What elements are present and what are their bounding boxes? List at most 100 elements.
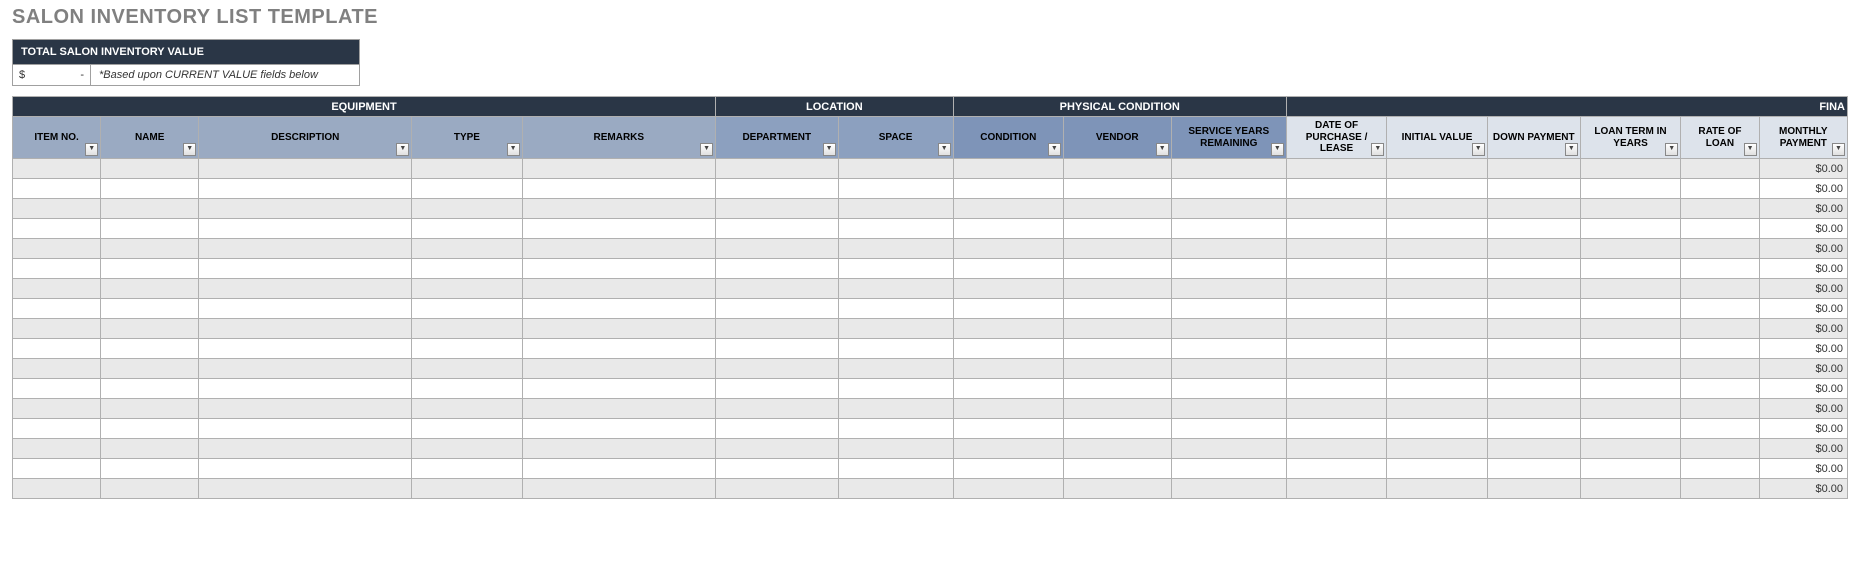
table-cell[interactable] (1681, 359, 1759, 379)
table-cell[interactable] (522, 299, 716, 319)
table-cell[interactable] (1681, 259, 1759, 279)
table-cell[interactable] (412, 339, 522, 359)
table-cell[interactable] (838, 179, 953, 199)
table-cell[interactable] (522, 179, 716, 199)
table-cell[interactable] (199, 299, 412, 319)
table-cell[interactable] (1286, 179, 1386, 199)
table-cell[interactable] (716, 219, 838, 239)
table-cell[interactable] (412, 239, 522, 259)
table-cell[interactable] (199, 159, 412, 179)
table-cell[interactable] (1487, 439, 1580, 459)
table-cell[interactable] (1063, 319, 1171, 339)
table-cell[interactable] (1487, 219, 1580, 239)
table-cell[interactable] (1063, 199, 1171, 219)
table-cell[interactable] (1580, 339, 1680, 359)
table-cell[interactable] (1063, 479, 1171, 499)
table-cell[interactable] (1387, 239, 1487, 259)
table-cell[interactable] (101, 279, 199, 299)
table-cell[interactable] (838, 479, 953, 499)
table-cell[interactable] (1286, 479, 1386, 499)
table-cell[interactable]: $0.00 (1759, 299, 1847, 319)
table-cell[interactable] (1580, 419, 1680, 439)
table-cell[interactable] (1063, 179, 1171, 199)
table-cell[interactable] (412, 419, 522, 439)
table-cell[interactable] (1387, 459, 1487, 479)
table-cell[interactable] (1580, 359, 1680, 379)
table-cell[interactable] (838, 279, 953, 299)
table-cell[interactable] (13, 259, 101, 279)
table-cell[interactable] (1387, 479, 1487, 499)
table-cell[interactable] (522, 239, 716, 259)
table-cell[interactable] (1681, 439, 1759, 459)
filter-dropdown-icon[interactable]: ▼ (85, 143, 98, 156)
table-cell[interactable] (953, 459, 1063, 479)
table-cell[interactable] (1286, 439, 1386, 459)
table-cell[interactable] (716, 399, 838, 419)
table-cell[interactable] (1171, 299, 1286, 319)
table-cell[interactable] (1387, 379, 1487, 399)
table-cell[interactable] (522, 339, 716, 359)
table-cell[interactable] (1286, 239, 1386, 259)
table-cell[interactable] (1063, 459, 1171, 479)
table-cell[interactable] (1487, 179, 1580, 199)
table-cell[interactable] (953, 399, 1063, 419)
table-cell[interactable] (716, 179, 838, 199)
table-cell[interactable] (953, 319, 1063, 339)
table-cell[interactable] (1487, 479, 1580, 499)
filter-dropdown-icon[interactable]: ▼ (507, 143, 520, 156)
table-cell[interactable]: $0.00 (1759, 419, 1847, 439)
table-cell[interactable] (953, 419, 1063, 439)
table-cell[interactable] (1387, 219, 1487, 239)
table-cell[interactable] (953, 199, 1063, 219)
table-cell[interactable] (101, 199, 199, 219)
table-cell[interactable] (199, 179, 412, 199)
filter-dropdown-icon[interactable]: ▼ (1665, 143, 1678, 156)
table-cell[interactable] (1387, 319, 1487, 339)
table-cell[interactable] (838, 259, 953, 279)
table-cell[interactable] (522, 259, 716, 279)
table-cell[interactable] (1063, 159, 1171, 179)
table-cell[interactable] (838, 439, 953, 459)
table-cell[interactable] (1171, 339, 1286, 359)
table-cell[interactable] (1286, 259, 1386, 279)
table-cell[interactable] (101, 359, 199, 379)
table-cell[interactable] (716, 359, 838, 379)
table-cell[interactable] (1681, 199, 1759, 219)
table-cell[interactable]: $0.00 (1759, 379, 1847, 399)
table-cell[interactable] (1487, 379, 1580, 399)
table-cell[interactable] (716, 339, 838, 359)
table-cell[interactable] (1387, 199, 1487, 219)
table-cell[interactable]: $0.00 (1759, 479, 1847, 499)
table-cell[interactable] (1580, 239, 1680, 259)
table-cell[interactable] (522, 219, 716, 239)
table-cell[interactable] (13, 299, 101, 319)
table-cell[interactable] (412, 259, 522, 279)
table-cell[interactable] (1171, 279, 1286, 299)
table-cell[interactable] (953, 299, 1063, 319)
table-cell[interactable] (199, 279, 412, 299)
table-cell[interactable] (953, 339, 1063, 359)
table-cell[interactable] (101, 379, 199, 399)
table-cell[interactable] (412, 199, 522, 219)
table-cell[interactable] (1286, 319, 1386, 339)
table-cell[interactable] (13, 479, 101, 499)
table-cell[interactable] (101, 219, 199, 239)
table-cell[interactable] (199, 439, 412, 459)
table-cell[interactable] (838, 339, 953, 359)
table-cell[interactable] (1487, 199, 1580, 219)
table-cell[interactable] (13, 179, 101, 199)
table-cell[interactable] (1487, 239, 1580, 259)
table-cell[interactable] (716, 379, 838, 399)
table-cell[interactable] (1171, 219, 1286, 239)
table-cell[interactable] (1387, 339, 1487, 359)
table-cell[interactable] (1580, 319, 1680, 339)
table-cell[interactable] (101, 299, 199, 319)
table-cell[interactable] (1681, 239, 1759, 259)
table-cell[interactable] (1681, 379, 1759, 399)
table-cell[interactable] (953, 239, 1063, 259)
table-cell[interactable] (838, 459, 953, 479)
table-cell[interactable] (1286, 419, 1386, 439)
table-cell[interactable] (1487, 259, 1580, 279)
filter-dropdown-icon[interactable]: ▼ (700, 143, 713, 156)
table-cell[interactable] (13, 219, 101, 239)
